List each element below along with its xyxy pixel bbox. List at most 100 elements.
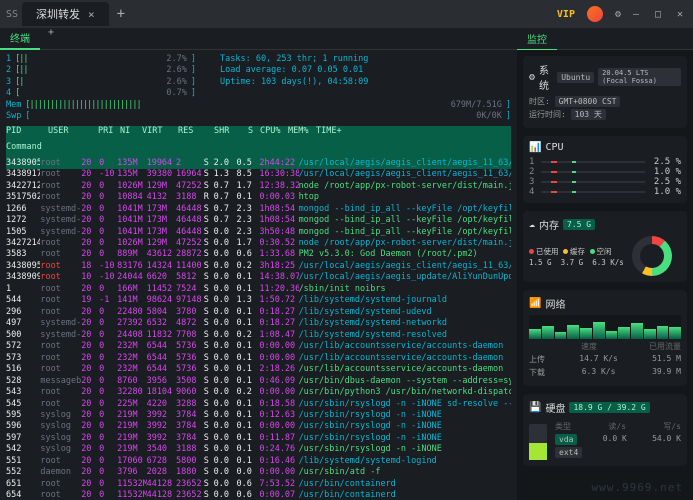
- up-label: 上传: [529, 354, 545, 365]
- disk-icon: 💾: [529, 402, 541, 413]
- process-row[interactable]: 573 root 20 0 232M 6544 5736 S 0.0 0.1 0…: [6, 353, 511, 364]
- write-label: 写/s: [663, 421, 681, 432]
- runtime-value: 103 天: [571, 109, 606, 120]
- mem-total: 7.5 G: [563, 219, 595, 230]
- new-tab-button[interactable]: +: [109, 6, 133, 22]
- process-row[interactable]: 543 root 20 0 32280 18104 9060 S 0.0 0.2…: [6, 387, 511, 398]
- process-row[interactable]: 545 root 20 0 225M 4220 3288 S 0.0 0.1 0…: [6, 399, 511, 410]
- disk-fs: ext4: [555, 447, 582, 458]
- disk-write: 54.0 K: [652, 434, 681, 445]
- dn-label: 下载: [529, 367, 545, 378]
- disk-bar: [529, 424, 547, 460]
- settings-icon[interactable]: ⚙: [615, 9, 621, 20]
- close-icon[interactable]: ×: [88, 8, 95, 21]
- cpu-core-row: 12.5 %: [529, 157, 681, 167]
- disk-title: 硬盘: [545, 400, 565, 415]
- mem-used: 1.5 G: [529, 258, 552, 267]
- system-title: 系统: [539, 62, 553, 92]
- ver-badge: 20.04.5 LTS (Focal Fossa): [598, 68, 681, 86]
- process-row[interactable]: 597 syslog 20 0 219M 3992 3784 S 0.0 0.1…: [6, 433, 511, 444]
- process-row[interactable]: 542 syslog 20 0 219M 3540 3188 S 0.0 0.1…: [6, 444, 511, 455]
- process-row[interactable]: 497 systemd-n 20 0 27392 6532 4872 S 0.0…: [6, 318, 511, 329]
- process-row[interactable]: 528 messagebu 20 0 8760 3956 3508 S 0.0 …: [6, 376, 511, 387]
- process-row[interactable]: 1505 systemd-c 20 0 1041M 173M 46448 S 0…: [6, 227, 511, 238]
- mem-used-label: 已使用: [536, 247, 559, 256]
- vip-badge: VIP: [557, 9, 575, 20]
- uptime-line: Uptime: 103 days(!), 04:58:09: [220, 77, 368, 88]
- tz-label: 时区:: [529, 97, 550, 106]
- up-total: 51.5 M: [652, 354, 681, 365]
- process-row[interactable]: 3422712 root 20 0 1026M 129M 47252 S 0.7…: [6, 181, 511, 192]
- process-row[interactable]: 3438905 root 20 0 135M 19964 2 S 2.0 0.5…: [6, 158, 511, 169]
- net-graph: [529, 315, 681, 339]
- process-row[interactable]: 3438909 root 10 -10 24044 6620 5812 S 0.…: [6, 272, 511, 283]
- terminal-output[interactable]: 1[||2.7%]2[||2.6%]3[|2.6%]4[0.7%] Tasks:…: [0, 50, 517, 500]
- cpu-core-row: 32.5 %: [529, 177, 681, 187]
- runtime-label: 运行时间:: [529, 110, 566, 119]
- disk-section: 💾 硬盘 18.9 G / 39.2 G 类型 读/s 写/s vda 0.0 K 54.…: [523, 394, 687, 466]
- process-row[interactable]: 1 root 20 0 166M 11452 7524 S 0.0 0.1 11…: [6, 284, 511, 295]
- mem-free: 6.3 K/s: [592, 258, 624, 267]
- tz-value: GMT+0800 CST: [555, 96, 621, 107]
- maximize-button[interactable]: □: [655, 9, 665, 19]
- cpu-section: 📊 CPU 12.5 %21.0 %32.5 %41.0 %: [523, 136, 687, 203]
- gear-icon: ⚙: [529, 72, 535, 83]
- close-button[interactable]: ✕: [677, 9, 687, 19]
- minimize-button[interactable]: —: [633, 9, 643, 19]
- cpu-title: CPU: [545, 142, 563, 153]
- add-terminal-button[interactable]: +: [40, 27, 62, 50]
- up-speed: 14.7 K/s: [579, 354, 618, 365]
- process-row[interactable]: 595 syslog 20 0 219M 3992 3784 S 0.0 0.1…: [6, 410, 511, 421]
- chart-icon: 📊: [529, 142, 541, 153]
- cpu-core-row: 41.0 %: [529, 187, 681, 197]
- tab-main[interactable]: 深圳转发 ×: [22, 2, 109, 26]
- load-line: Load average: 0.07 0.05 0.01: [220, 65, 368, 76]
- disk-read: 0.0 K: [603, 434, 627, 445]
- mem-cache: 3.7 G: [561, 258, 584, 267]
- cpu-core-row: 21.0 %: [529, 167, 681, 177]
- memory-section: ☁ 内存 7.5 G 已使用 缓存 空闲 1.5 G 3.7 G 6.3 K/s: [523, 211, 687, 282]
- disk-dev: vda: [555, 434, 577, 445]
- process-header[interactable]: PIDUSERPRINIVIRTRESSHRSCPU%MEM%TIME+Comm…: [6, 126, 511, 158]
- traffic-label: 已用流量: [649, 341, 681, 352]
- app-prefix: SS: [6, 9, 18, 20]
- process-row[interactable]: 544 root 19 -1 141M 98624 97148 S 0.0 1.…: [6, 295, 511, 306]
- memory-donut: [632, 236, 672, 276]
- type-label: 类型: [555, 421, 571, 432]
- mem-cache-label: 缓存: [570, 247, 585, 256]
- tab-monitor[interactable]: 监控: [517, 32, 557, 51]
- disk-badge: 18.9 G / 39.2 G: [569, 402, 649, 413]
- process-row[interactable]: 596 syslog 20 0 219M 3992 3784 S 0.0 0.1…: [6, 421, 511, 432]
- tab-label: 深圳转发: [36, 6, 80, 22]
- process-row[interactable]: 3427214 root 20 0 1026M 129M 47252 S 0.0…: [6, 238, 511, 249]
- process-row[interactable]: 572 root 20 0 232M 6544 5736 S 0.0 0.1 0…: [6, 341, 511, 352]
- dn-speed: 6.3 K/s: [582, 367, 616, 378]
- process-row[interactable]: 3583 root 20 0 889M 43612 28872 S 0.0 0.…: [6, 249, 511, 260]
- process-row[interactable]: 1272 systemd-c 20 0 1041M 173M 46448 S 0…: [6, 215, 511, 226]
- process-row[interactable]: 516 root 20 0 232M 6544 5736 S 0.0 0.1 2…: [6, 364, 511, 375]
- process-row[interactable]: 1266 systemd-c 20 0 1041M 173M 46448 S 0…: [6, 204, 511, 215]
- tasks-line: Tasks: 60, 253 thr; 1 running: [220, 54, 368, 65]
- mem-free-label: 空闲: [597, 247, 612, 256]
- process-row[interactable]: 654 root 20 0 11532M 44128 23652 S 0.0 0…: [6, 490, 511, 500]
- os-badge: Ubuntu: [557, 72, 594, 83]
- network-section: 📶网络 速度已用流量 上传14.7 K/s51.5 M 下载6.3 K/s39.…: [523, 290, 687, 386]
- dn-total: 39.9 M: [652, 367, 681, 378]
- process-row[interactable]: 651 root 20 0 11532M 44128 23652 S 0.0 0…: [6, 479, 511, 490]
- process-row[interactable]: 3517502 root 20 0 10884 4132 3188 R 0.7 …: [6, 192, 511, 203]
- wifi-icon: 📶: [529, 298, 541, 309]
- speed-label: 速度: [581, 341, 597, 352]
- process-row[interactable]: 551 root 20 0 17060 6728 5800 S 0.0 0.1 …: [6, 456, 511, 467]
- monitor-panel: ⚙ 系统 Ubuntu 20.04.5 LTS (Focal Fossa) 时区:…: [517, 50, 693, 500]
- mem-title: 内存: [539, 217, 559, 232]
- process-row[interactable]: 3438095 root 18 -10 83176 14324 11400 S …: [6, 261, 511, 272]
- avatar[interactable]: [587, 6, 603, 22]
- process-row[interactable]: 552 daemon 20 0 3796 2028 1880 S 0.0 0.0…: [6, 467, 511, 478]
- tab-terminal[interactable]: 终端: [0, 27, 40, 50]
- cloud-icon: ☁: [529, 219, 535, 230]
- process-row[interactable]: 296 root 20 0 22480 5804 3780 S 0.0 0.1 …: [6, 307, 511, 318]
- process-row[interactable]: 3438917 root 20 -10 135M 39380 16964 S 1…: [6, 169, 511, 180]
- system-section: ⚙ 系统 Ubuntu 20.04.5 LTS (Focal Fossa) 时区:…: [523, 56, 687, 128]
- read-label: 读/s: [608, 421, 626, 432]
- process-row[interactable]: 500 systemd-r 20 0 24408 11832 7708 S 0.…: [6, 330, 511, 341]
